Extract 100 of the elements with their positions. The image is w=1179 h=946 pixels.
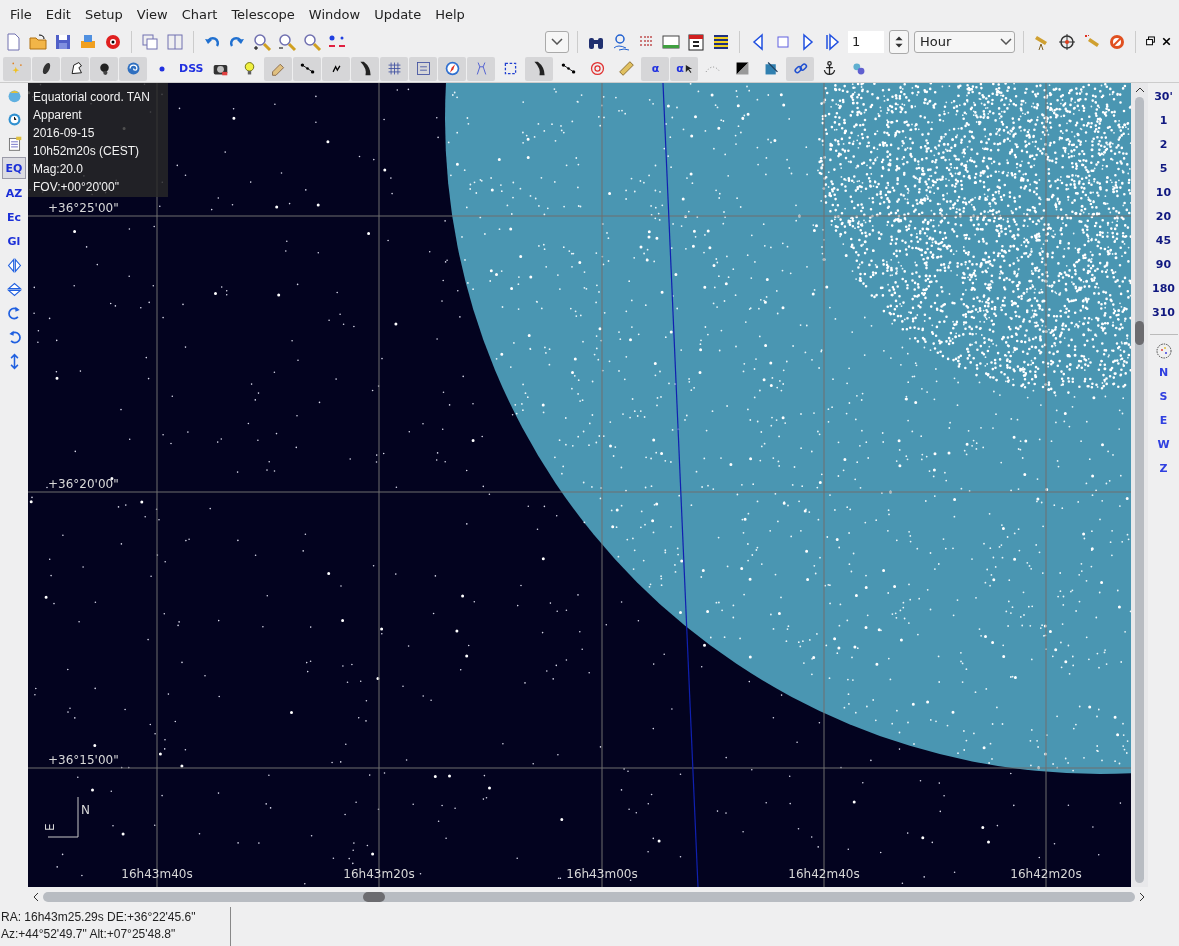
toolbar-toggle[interactable] bbox=[351, 56, 380, 81]
menu-item[interactable]: Help bbox=[428, 6, 472, 22]
zoom-in-icon[interactable] bbox=[252, 31, 272, 52]
open-folder-icon[interactable] bbox=[28, 31, 48, 52]
field-of-view-button[interactable]: 180 bbox=[1152, 282, 1175, 306]
toolbar-toggle[interactable]: α bbox=[641, 56, 670, 81]
scrollbar-thumb[interactable] bbox=[1135, 321, 1144, 345]
menu-item[interactable]: Update bbox=[367, 6, 429, 22]
toolbar-toggle[interactable] bbox=[438, 56, 467, 81]
coordinate-system-button[interactable]: Ec bbox=[3, 207, 25, 227]
coordinate-system-button[interactable]: EQ bbox=[2, 157, 26, 179]
menu-item[interactable]: Window bbox=[301, 6, 368, 22]
compass-icon bbox=[444, 60, 461, 77]
right-ascension-label: 16h42m40s bbox=[788, 867, 860, 881]
chart-info-text: Apparent bbox=[33, 107, 83, 123]
field-of-view-button[interactable]: 2 bbox=[1159, 138, 1168, 162]
coordinate-system-button[interactable]: AZ bbox=[3, 183, 25, 203]
chart-info-text: Equatorial coord. TAN bbox=[33, 89, 151, 105]
toolbar-toggle[interactable] bbox=[90, 56, 118, 81]
zoom-out-icon[interactable] bbox=[277, 31, 297, 52]
chart-info-text: 10h52m20s (CEST) bbox=[33, 143, 141, 159]
dashed-frame-icon bbox=[502, 60, 519, 77]
spin-arrows-icon[interactable] bbox=[889, 29, 909, 54]
grid-icon bbox=[386, 60, 403, 77]
compass-drawing: N E bbox=[43, 796, 90, 838]
horizontal-scrollbar[interactable] bbox=[33, 892, 1145, 902]
target-icon bbox=[589, 60, 606, 77]
coordinate-system-button[interactable]: Gl bbox=[3, 231, 25, 251]
scroll-right-icon[interactable] bbox=[1139, 892, 1145, 902]
toolbar-toggle[interactable] bbox=[786, 56, 815, 81]
toolbar-toggle[interactable] bbox=[61, 56, 89, 81]
toolbar-toggle[interactable] bbox=[409, 56, 438, 81]
field-of-view-button[interactable]: 30' bbox=[1154, 90, 1173, 114]
contrast-icon bbox=[734, 60, 751, 77]
direction-button[interactable]: N bbox=[1158, 361, 1169, 385]
caret-down-icon bbox=[551, 38, 563, 45]
direction-button[interactable]: Z bbox=[1159, 457, 1168, 481]
toolbar-toggle[interactable] bbox=[380, 56, 409, 81]
menu-item[interactable]: View bbox=[129, 6, 175, 22]
field-of-view-button[interactable]: 20 bbox=[1155, 210, 1172, 234]
link-icon bbox=[792, 60, 809, 77]
dotted-line-icon bbox=[560, 60, 577, 77]
crosshair-icon[interactable] bbox=[1057, 31, 1077, 52]
flip-horizontal-icon bbox=[5, 256, 23, 274]
field-of-view-button[interactable]: 45 bbox=[1155, 234, 1172, 258]
toolbar-toggle[interactable] bbox=[467, 56, 496, 81]
toolbar-toggle[interactable] bbox=[525, 56, 554, 81]
right-ascension-label: 16h43m00s bbox=[566, 867, 638, 881]
menu-item[interactable]: File bbox=[3, 6, 39, 22]
field-of-view-button[interactable]: 10 bbox=[1155, 186, 1172, 210]
menu-item[interactable]: Setup bbox=[77, 6, 130, 22]
toolbar-toggle[interactable]: α bbox=[670, 56, 699, 81]
close-icon[interactable] bbox=[1160, 35, 1173, 48]
step-field[interactable]: 1 bbox=[848, 30, 884, 53]
cursor-icon bbox=[684, 63, 693, 74]
restore-icon[interactable] bbox=[1144, 35, 1157, 48]
caret-down-icon bbox=[1000, 38, 1012, 45]
right-ascension-label: 16h42m20s bbox=[1010, 867, 1082, 881]
field-of-view-button[interactable]: 1 bbox=[1159, 114, 1168, 138]
direction-button[interactable]: S bbox=[1159, 385, 1168, 409]
dotted-line-icon bbox=[299, 60, 316, 77]
declination-label: +36°25'00" bbox=[48, 201, 119, 215]
toolbar-toggle[interactable] bbox=[264, 56, 293, 81]
square-arrow-icon bbox=[763, 60, 780, 77]
ruler-icon bbox=[618, 60, 635, 77]
direction-button[interactable]: E bbox=[1159, 409, 1168, 433]
toolbar-toggle[interactable] bbox=[322, 56, 351, 81]
status-text: Az:+44°52'49.7" Alt:+07°25'48.8" bbox=[1, 926, 177, 943]
two-circles-icon bbox=[850, 60, 867, 77]
toolbar-toggle[interactable] bbox=[3, 56, 31, 81]
zoom-icon[interactable] bbox=[302, 31, 322, 52]
direction-button[interactable]: W bbox=[1157, 433, 1170, 457]
anchor-icon bbox=[821, 60, 838, 77]
copy-window-icon[interactable] bbox=[140, 31, 160, 52]
toolbar-toggle[interactable] bbox=[32, 56, 60, 81]
field-of-view-button[interactable]: 90 bbox=[1155, 258, 1172, 282]
menu-item[interactable]: Chart bbox=[174, 6, 225, 22]
field-of-view-button[interactable]: 5 bbox=[1159, 162, 1168, 186]
menu-item[interactable]: Telescope bbox=[224, 6, 302, 22]
menu-item[interactable]: Edit bbox=[38, 6, 78, 22]
right-ascension-label: 16h43m20s bbox=[343, 867, 415, 881]
field-of-view-button[interactable]: 310 bbox=[1152, 306, 1175, 330]
dot-icon bbox=[159, 65, 165, 72]
toolbar-toggle[interactable]: DSS bbox=[177, 56, 206, 81]
declination-label: +36°15'00" bbox=[48, 753, 119, 767]
chart-info-text: FOV:+00°20'00" bbox=[33, 179, 120, 195]
vertical-scrollbar[interactable] bbox=[1131, 83, 1148, 887]
status-text: RA: 16h43m25.29s DE:+36°22'45.6" bbox=[1, 909, 197, 926]
sky-dome-icon[interactable] bbox=[1153, 341, 1174, 361]
chart-info-text: Mag:20.0 bbox=[33, 161, 85, 177]
toolbar-toggle[interactable] bbox=[119, 56, 147, 81]
calendar-icon[interactable] bbox=[686, 31, 706, 52]
person-search-icon[interactable] bbox=[611, 31, 631, 52]
unit-select[interactable]: Hour bbox=[914, 30, 1015, 53]
scrollbar-thumb[interactable] bbox=[363, 892, 385, 902]
chart-info-text: 2016-09-15 bbox=[33, 125, 96, 141]
scroll-left-icon[interactable] bbox=[33, 892, 39, 902]
toolbar-toggle[interactable] bbox=[293, 56, 322, 81]
right-ascension-label: 16h43m40s bbox=[121, 867, 193, 881]
scroll-up-icon[interactable] bbox=[1134, 87, 1145, 93]
